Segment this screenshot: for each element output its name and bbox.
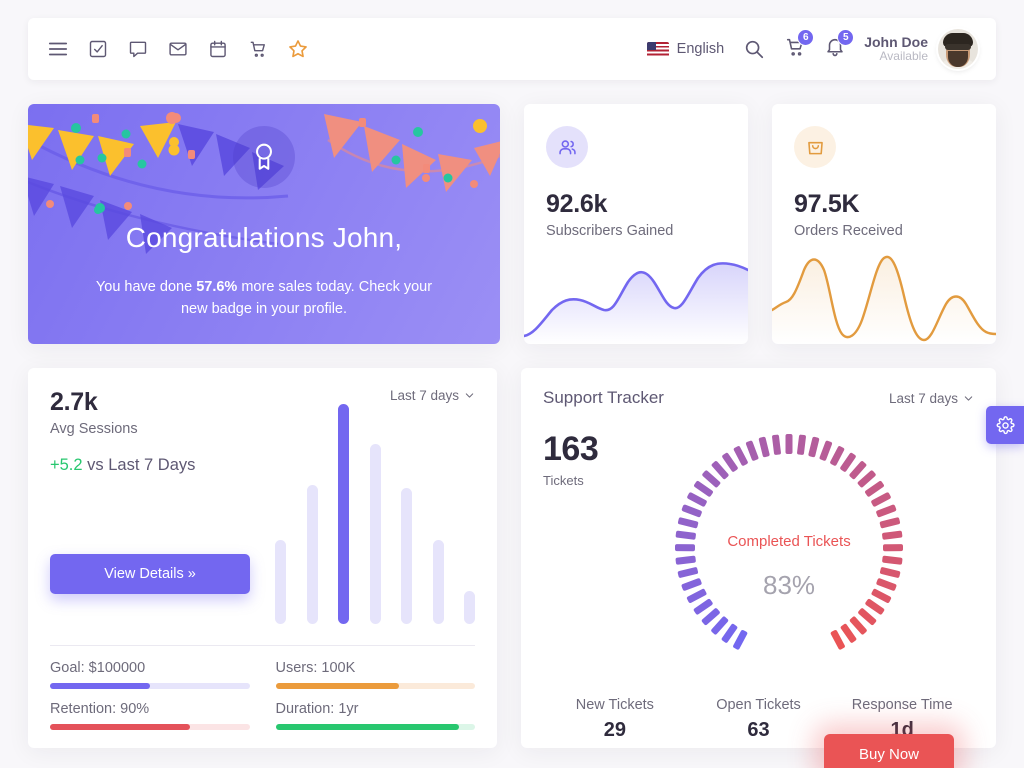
new-tickets-label: New Tickets: [575, 697, 654, 713]
bar-5: [401, 487, 413, 624]
calendar-icon[interactable]: [206, 37, 230, 61]
progress-item-retention: Retention: 90%: [50, 701, 250, 730]
dashboard-page: English 6 5 John Doe Available Congratul…: [0, 0, 1024, 768]
orders-label: Orders Received: [794, 223, 903, 239]
chevron-down-icon: [964, 395, 973, 401]
progress-label-duration: Duration: 1yr: [275, 701, 359, 717]
progress-track-users: [275, 683, 476, 689]
shopping-bag-icon: [794, 126, 836, 168]
users-icon: [546, 126, 588, 168]
subscribers-gained-card: 92.6k Subscribers Gained: [524, 104, 748, 344]
subscribers-label: Subscribers Gained: [546, 223, 674, 239]
menu-icon[interactable]: [46, 37, 70, 61]
congrats-highlight: 57.6%: [196, 279, 238, 295]
congratulations-title: Congratulations John,: [125, 222, 403, 253]
divider: [50, 645, 476, 646]
avg-sessions-delta: +5.2 vs Last 7 Days: [50, 456, 195, 475]
sessions-range-label: Last 7 days: [389, 388, 460, 403]
sessions-footer: Goal: $100000 Users: 100K Retention: 90%…: [50, 627, 476, 730]
congrats-text-before: You have done: [95, 279, 197, 295]
progress-item-users: Users: 100K: [275, 660, 476, 689]
dashboard-row-1: Congratulations John, You have done 57.6…: [28, 104, 996, 344]
bar-3: [338, 404, 350, 624]
progress-track-retention: [50, 724, 250, 730]
search-icon[interactable]: [742, 37, 766, 61]
buy-now-button[interactable]: Buy Now: [824, 734, 954, 768]
support-range-label: Last 7 days: [888, 390, 958, 406]
award-badge-icon: [233, 126, 295, 188]
progress-label-retention: Retention: 90%: [50, 701, 150, 717]
delta-suffix: vs Last 7 Days: [82, 456, 196, 474]
support-title: Support Tracker: [543, 388, 664, 407]
bell-badge: 5: [837, 28, 855, 46]
progress-label-users: Users: 100K: [275, 660, 356, 676]
stat-new-tickets: New Tickets 29: [543, 697, 687, 742]
cart-badge: 6: [797, 28, 815, 46]
cart-icon[interactable]: [246, 37, 270, 61]
progress-grid: Goal: $100000 Users: 100K Retention: 90%…: [50, 660, 476, 730]
new-tickets-value: 29: [603, 719, 626, 741]
star-icon[interactable]: [286, 37, 310, 61]
sessions-bar-chart: [275, 404, 476, 624]
progress-fill-retention: [50, 724, 190, 730]
navbar-left-icons: [46, 37, 310, 61]
progress-fill-users: [275, 683, 400, 689]
email-icon[interactable]: [166, 37, 190, 61]
stat-open-tickets: Open Tickets 63: [687, 697, 831, 742]
gauge-percent: 83%: [762, 570, 816, 600]
navbar-right-actions: English 6 5 John Doe Available: [646, 28, 978, 69]
chevron-down-icon: [465, 393, 474, 398]
progress-item-duration: Duration: 1yr: [275, 701, 476, 730]
cart-button[interactable]: 6: [784, 28, 815, 63]
bar-2: [306, 485, 318, 624]
avg-sessions-value: 2.7k: [50, 388, 98, 416]
progress-track-goal: [50, 683, 250, 689]
subscribers-value: 92.6k: [546, 190, 608, 218]
bar-7: [464, 591, 476, 624]
avatar[interactable]: [938, 29, 978, 69]
open-tickets-label: Open Tickets: [716, 697, 801, 713]
subscribers-area-chart: [524, 262, 748, 344]
user-name: John Doe: [864, 34, 928, 51]
orders-received-card: 97.5K Orders Received: [772, 104, 996, 344]
congratulations-card: Congratulations John, You have done 57.6…: [28, 104, 500, 344]
progress-track-duration: [275, 724, 476, 730]
user-status: Available: [879, 49, 928, 64]
notification-bell-button[interactable]: 5: [824, 28, 855, 63]
orders-value: 97.5K: [794, 190, 860, 218]
view-details-button[interactable]: View Details »: [50, 554, 250, 594]
open-tickets-value: 63: [747, 719, 770, 741]
response-time-label: Response Time: [851, 697, 953, 713]
language-label: English: [676, 41, 725, 57]
congratulations-subtitle: You have done 57.6% more sales today. Ch…: [28, 276, 500, 321]
progress-item-goal: Goal: $100000: [50, 660, 250, 689]
us-flag-icon: [646, 41, 669, 57]
support-tracker-card: Support Tracker Last 7 days 163 Tickets …: [521, 368, 996, 748]
task-check-icon[interactable]: [86, 37, 110, 61]
orders-line-chart: [772, 255, 996, 344]
bar-6: [432, 540, 444, 624]
navbar: English 6 5 John Doe Available: [28, 18, 996, 80]
bar-4: [369, 443, 381, 624]
support-header: Support Tracker Last 7 days: [543, 388, 974, 408]
dashboard-row-2: 2.7k Avg Sessions +5.2 vs Last 7 Days La…: [28, 368, 996, 748]
user-menu[interactable]: John Doe Available: [864, 29, 978, 69]
support-range-dropdown[interactable]: Last 7 days: [889, 391, 974, 406]
avg-sessions-summary: 2.7k Avg Sessions +5.2 vs Last 7 Days: [50, 388, 195, 475]
settings-gear-tab[interactable]: [986, 406, 1024, 444]
progress-fill-goal: [50, 683, 150, 689]
progress-label-goal: Goal: $100000: [50, 660, 146, 676]
language-selector[interactable]: English: [646, 41, 725, 57]
bar-1: [275, 540, 287, 624]
progress-fill-duration: [275, 724, 460, 730]
avg-sessions-card: 2.7k Avg Sessions +5.2 vs Last 7 Days La…: [28, 368, 498, 748]
gear-icon: [996, 415, 1015, 434]
gauge-caption: Completed Tickets: [727, 533, 851, 550]
avg-sessions-label: Avg Sessions: [50, 421, 138, 437]
chat-icon[interactable]: [126, 37, 150, 61]
sessions-range-dropdown[interactable]: Last 7 days: [390, 388, 475, 403]
user-info: John Doe Available: [864, 34, 928, 64]
delta-value: +5.2: [50, 456, 83, 474]
